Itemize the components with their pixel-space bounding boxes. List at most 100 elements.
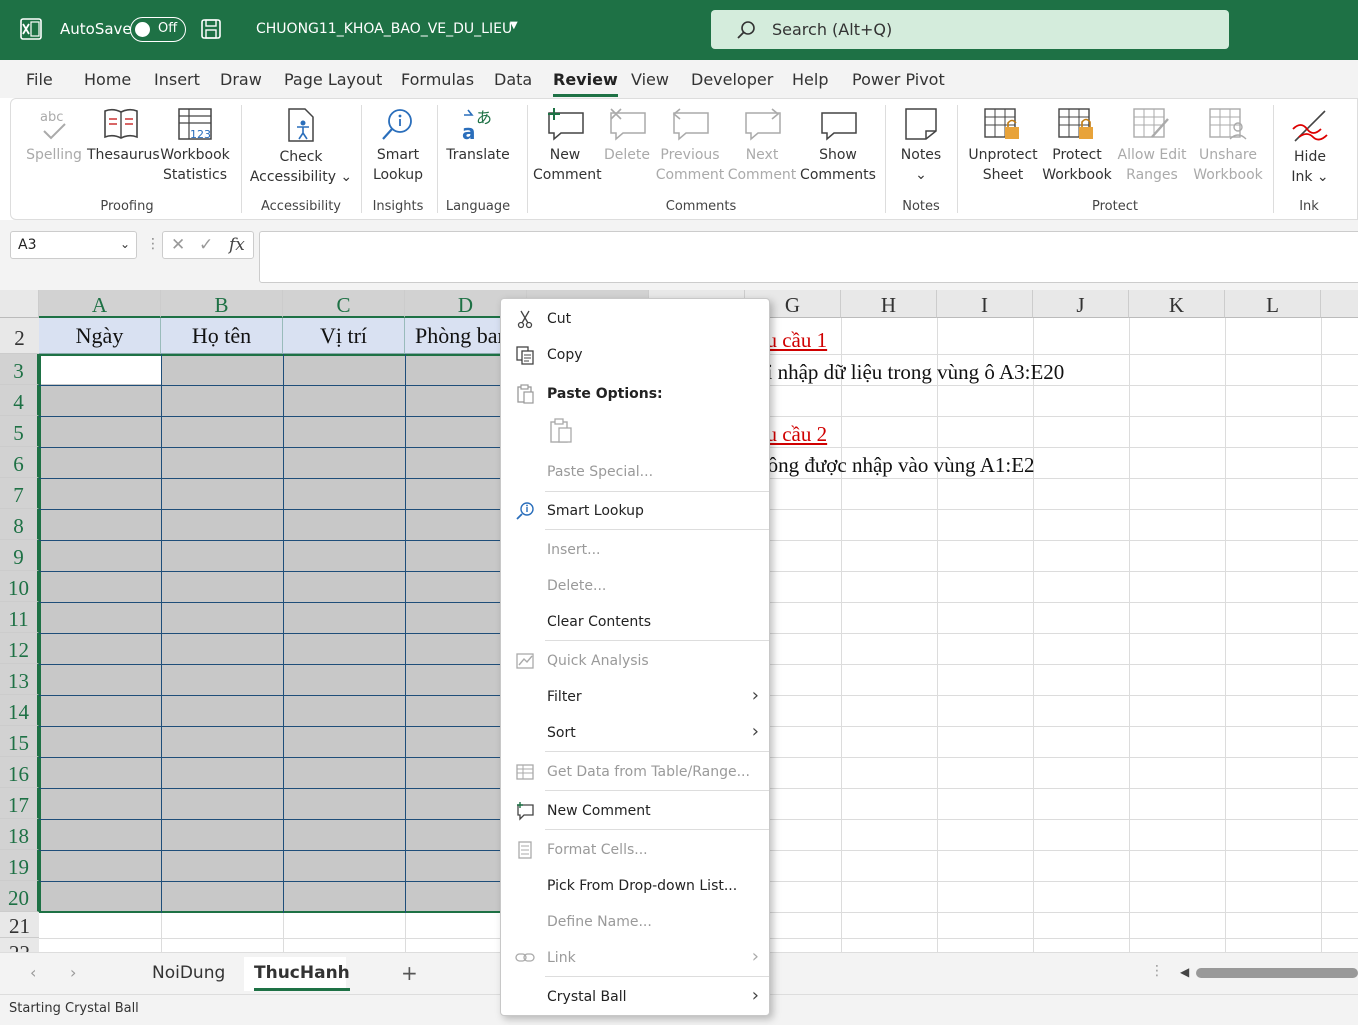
select-all-corner[interactable] (0, 290, 39, 318)
row-header-11[interactable]: 11 (0, 602, 39, 633)
row-header-6[interactable]: 6 (0, 447, 39, 478)
name-box[interactable]: A3 ⌄ (10, 231, 137, 259)
menu-item-get-data[interactable]: Get Data from Table/Range... (501, 756, 769, 786)
drag-handle-icon[interactable]: ⋮ (1150, 963, 1164, 979)
header-cell-ho-ten[interactable]: Họ tên (161, 318, 283, 354)
previous-comment-button[interactable]: Previous Comment (655, 107, 725, 185)
add-sheet-button[interactable]: + (401, 961, 418, 985)
tab-developer[interactable]: Developer (691, 70, 773, 89)
row-header-22[interactable]: 22 (0, 938, 39, 952)
workbook-statistics-button[interactable]: 123 Workbook Statistics (159, 107, 231, 185)
menu-item-paste-special[interactable]: Paste Special... (501, 456, 769, 486)
smart-lookup-button[interactable]: Smart Lookup (367, 107, 429, 185)
scroll-left-icon[interactable]: ‹ (30, 963, 36, 982)
column-header-k[interactable]: K (1129, 290, 1225, 318)
unprotect-sheet-button[interactable]: Unprotect Sheet (965, 107, 1041, 185)
tab-formulas[interactable]: Formulas (401, 70, 474, 89)
tab-insert[interactable]: Insert (154, 70, 200, 89)
row-header-8[interactable]: 8 (0, 509, 39, 540)
row-header-19[interactable]: 19 (0, 850, 39, 881)
menu-item-define-name[interactable]: Define Name... (501, 906, 769, 936)
insert-function-icon[interactable]: fx (229, 235, 245, 255)
header-cell-ngay[interactable]: Ngày (39, 318, 161, 354)
chevron-down-icon[interactable]: ▼ (510, 20, 518, 31)
row-header-16[interactable]: 16 (0, 757, 39, 788)
row-header-17[interactable]: 17 (0, 788, 39, 819)
menu-item-copy[interactable]: Copy (501, 339, 769, 369)
header-cell-vi-tri[interactable]: Vị trí (283, 318, 405, 354)
requirement-2-text[interactable]: Không được nhập vào vùng A1:E2 (742, 453, 1035, 478)
thesaurus-button[interactable]: Thesaurus (87, 107, 160, 165)
horizontal-scrollbar-thumb[interactable] (1196, 968, 1358, 978)
tab-help[interactable]: Help (792, 70, 828, 89)
tab-file[interactable]: File (26, 70, 53, 89)
requirement-1-text[interactable]: Chỉ nhập dữ liệu trong vùng ô A3:E20 (742, 360, 1064, 385)
tab-home[interactable]: Home (84, 70, 131, 89)
sheet-tab-noidung[interactable]: NoiDung (152, 963, 225, 983)
row-header-3[interactable]: 3 (0, 354, 39, 385)
autosave-toggle[interactable]: Off (130, 17, 186, 42)
translate-button[interactable]: aあ Translate (443, 107, 513, 165)
menu-item-clear-contents[interactable]: Clear Contents (501, 606, 769, 636)
drag-handle-icon[interactable]: ⋮ (146, 236, 160, 252)
menu-item-pick-list[interactable]: Pick From Drop-down List... (501, 870, 769, 900)
chevron-down-icon[interactable]: ⌄ (120, 237, 130, 251)
menu-item-format-cells[interactable]: Format Cells... (501, 834, 769, 864)
row-header-13[interactable]: 13 (0, 664, 39, 695)
spelling-button[interactable]: abc Spelling (25, 107, 83, 165)
protect-workbook-button[interactable]: Protect Workbook (1041, 107, 1113, 185)
tab-view[interactable]: View (631, 70, 669, 89)
tab-review[interactable]: Review (553, 70, 618, 97)
file-name[interactable]: CHUONG11_KHOA_BAO_VE_DU_LIEU (256, 21, 512, 37)
tab-power-pivot[interactable]: Power Pivot (852, 70, 945, 89)
column-header-b[interactable]: B (161, 290, 283, 318)
save-icon[interactable] (200, 18, 222, 40)
scroll-left-arrow-icon[interactable]: ◀ (1180, 965, 1189, 979)
row-header-15[interactable]: 15 (0, 726, 39, 757)
unshare-workbook-button[interactable]: Unshare Workbook (1191, 107, 1265, 185)
enter-icon[interactable]: ✓ (199, 235, 213, 255)
row-header-2[interactable]: 2 (0, 318, 39, 354)
row-header-9[interactable]: 9 (0, 540, 39, 571)
menu-item-delete[interactable]: Delete... (501, 570, 769, 600)
menu-item-crystal-ball[interactable]: Crystal Ball › (501, 981, 769, 1011)
menu-item-cut[interactable]: Cut (501, 303, 769, 333)
delete-comment-button[interactable]: Delete (601, 107, 653, 165)
row-header-20[interactable]: 20 (0, 881, 39, 912)
column-header-a[interactable]: A (39, 290, 161, 318)
row-header-5[interactable]: 5 (0, 416, 39, 447)
menu-item-sort[interactable]: Sort › (501, 717, 769, 747)
column-header-j[interactable]: J (1033, 290, 1129, 318)
column-header-i[interactable]: I (937, 290, 1033, 318)
next-comment-button[interactable]: Next Comment (727, 107, 797, 185)
row-header-4[interactable]: 4 (0, 385, 39, 416)
column-header-c[interactable]: C (283, 290, 405, 318)
formula-input[interactable] (259, 231, 1358, 283)
menu-item-smart-lookup[interactable]: Smart Lookup (501, 495, 769, 525)
new-comment-button[interactable]: New Comment (533, 107, 602, 185)
row-header-21[interactable]: 21 (0, 912, 39, 938)
active-cell-a3[interactable] (41, 356, 161, 384)
row-header-12[interactable]: 12 (0, 633, 39, 664)
cancel-icon[interactable]: ✕ (171, 235, 185, 255)
menu-item-link[interactable]: Link › (501, 942, 769, 972)
hide-ink-button[interactable]: Hide Ink ⌄ (1281, 107, 1339, 187)
show-comments-button[interactable]: Show Comments (799, 107, 877, 185)
scroll-right-icon[interactable]: › (70, 963, 76, 982)
row-header-10[interactable]: 10 (0, 571, 39, 602)
column-header-h[interactable]: H (841, 290, 937, 318)
row-header-18[interactable]: 18 (0, 819, 39, 850)
tab-data[interactable]: Data (494, 70, 532, 89)
menu-item-insert[interactable]: Insert... (501, 534, 769, 564)
row-header-14[interactable]: 14 (0, 695, 39, 726)
check-accessibility-button[interactable]: Check Accessibility ⌄ (249, 107, 353, 187)
tab-page-layout[interactable]: Page Layout (284, 70, 382, 89)
tab-draw[interactable]: Draw (220, 70, 262, 89)
search-box[interactable]: Search (Alt+Q) (711, 10, 1229, 49)
allow-edit-ranges-button[interactable]: Allow Edit Ranges (1115, 107, 1189, 185)
column-header-m[interactable] (1321, 290, 1358, 318)
menu-item-filter[interactable]: Filter › (501, 681, 769, 711)
column-header-l[interactable]: L (1225, 290, 1321, 318)
sheet-tab-thuchanh[interactable]: ThucHanh (254, 963, 350, 991)
notes-button[interactable]: Notes ⌄ (893, 107, 949, 185)
